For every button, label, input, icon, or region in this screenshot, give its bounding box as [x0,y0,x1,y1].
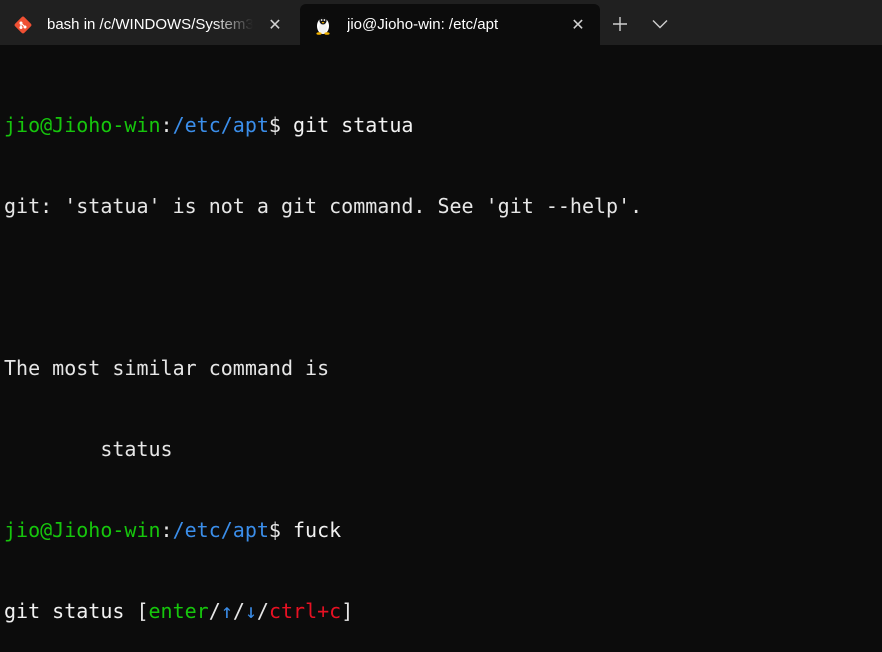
terminal-output[interactable]: jio@Jioho-win:/etc/apt$ git statua git: … [4,58,882,361]
slash: / [257,599,269,623]
error-line: git: 'statua' is not a git command. See … [4,193,882,220]
prompt-user: jio@Jioho-win [4,113,161,137]
option-up: ↑ [221,599,233,623]
prompt-separator: : [161,518,173,542]
option-down: ↓ [245,599,257,623]
prompt-path: /etc/apt [173,113,269,137]
prompt-path: /etc/apt [173,518,269,542]
fix-command: git status [4,599,136,623]
close-tab-icon[interactable]: ✕ [261,11,289,39]
tab-dropdown-button[interactable] [642,6,678,42]
prompt-symbol: $ [269,518,293,542]
tab-title: jio@Jioho-win: /etc/apt [347,16,556,33]
prompt-line-1: jio@Jioho-win:/etc/apt$ git statua [4,112,882,139]
blank-line [4,274,882,301]
linux-tux-icon [313,15,333,35]
bracket-close: ] [341,599,353,623]
command-text: git statua [293,113,413,137]
close-tab-icon[interactable]: ✕ [564,11,592,39]
option-ctrl-c: ctrl+c [269,599,341,623]
chevron-down-icon [652,19,668,29]
git-bash-icon [13,15,33,35]
similar-line: The most similar command is [4,355,882,382]
prompt-line-2: jio@Jioho-win:/etc/apt$ fuck [4,517,882,544]
plus-icon [612,16,628,32]
slash: / [209,599,221,623]
bracket-open: [ [136,599,148,623]
prompt-separator: : [161,113,173,137]
option-enter: enter [149,599,209,623]
tab-bar: bash in /c/WINDOWS/System32 ✕ jio@Jioho-… [0,0,882,45]
tab-title: bash in /c/WINDOWS/System32 [47,16,253,33]
tab-wsl[interactable]: jio@Jioho-win: /etc/apt ✕ [300,4,600,45]
prompt-user: jio@Jioho-win [4,518,161,542]
command-text: fuck [293,518,341,542]
tab-bash[interactable]: bash in /c/WINDOWS/System32 ✕ [0,4,297,45]
new-tab-button[interactable] [602,6,638,42]
fix-line: git status [enter/↑/↓/ctrl+c] [4,598,882,625]
slash: / [233,599,245,623]
prompt-symbol: $ [269,113,293,137]
suggestion-line: status [4,436,882,463]
